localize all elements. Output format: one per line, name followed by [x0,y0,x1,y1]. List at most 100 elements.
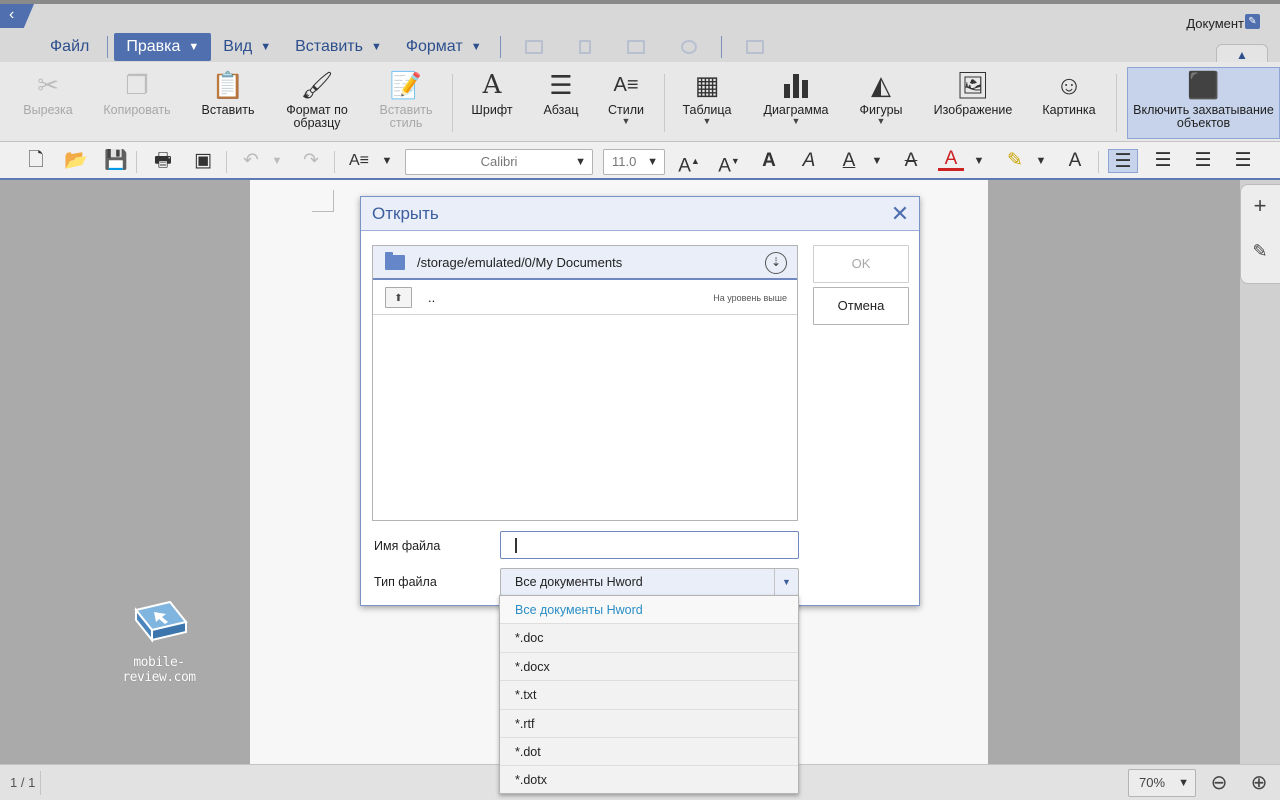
textbox-icon[interactable] [745,40,764,54]
shapes-icon[interactable] [680,40,697,54]
save-icon[interactable]: 💾 [103,149,129,173]
highlighter-icon[interactable]: ✎ [1002,149,1028,173]
copy-button[interactable]: ❐ Копировать [98,62,176,142]
chevron-down-icon[interactable]: ▼ [374,149,400,173]
side-tab: + ✎ [1240,184,1280,284]
filetype-option[interactable]: *.docx [500,653,798,682]
filetype-option[interactable]: *.txt [500,681,798,710]
dialog-title-bar: Открыть ✕ [361,197,919,231]
strikethrough-icon[interactable]: A [898,149,924,173]
picture-label: Картинка [1042,103,1096,117]
font-button[interactable]: A Шрифт [462,62,522,142]
filename-input[interactable] [500,531,799,559]
table-button[interactable]: ▦ Таблица ▼ [674,62,740,142]
chart-icon[interactable] [578,40,591,54]
menu-file[interactable]: Файл [38,33,101,61]
object-capture-button[interactable]: ⬛ Включить захватывание объектов [1127,67,1280,139]
menu-format-label: Формат [405,38,463,55]
zoom-value: 70% [1139,775,1166,790]
filetype-dropdown-list: Все документы Hword *.doc *.docx *.txt *… [499,595,799,794]
format-painter-button[interactable]: 🖌 Формат по образцу [278,62,356,142]
watermark-text: mobile-review.com [122,655,196,685]
filetype-option[interactable]: Все документы Hword [500,596,798,625]
menu-insert[interactable]: Вставить ▼ [283,33,394,61]
filetype-option[interactable]: *.rtf [500,710,798,738]
chevron-down-icon: ▼ [370,41,382,53]
zoom-select[interactable]: 70% ▼ [1128,769,1196,797]
chevron-down-icon: ▼ [702,116,712,126]
redo-icon[interactable]: ↷ [298,149,324,173]
copy-icon: ❐ [125,69,149,100]
justify-icon[interactable]: ☰ [1229,149,1257,173]
align-left-icon[interactable]: ☰ [1108,149,1138,173]
image-button[interactable]: 🖼 Изображение [928,62,1018,142]
font-size-select[interactable]: 11.0 ▼ [603,149,665,175]
open-dialog: Открыть ✕ /storage/emulated/0/My Documen… [360,196,920,606]
menu-view[interactable]: Вид ▼ [211,33,283,61]
parent-folder-row[interactable]: ⬆ .. На уровень выше [373,280,797,315]
open-folder-icon[interactable]: 📂 [63,149,89,173]
undo-icon[interactable]: ↶ [238,149,264,173]
text-effects-icon[interactable]: A [1062,149,1088,173]
new-document-icon[interactable]: 🗋 [23,149,49,173]
cut-button[interactable]: ✂ Вырезка [14,62,82,142]
plus-icon[interactable]: + [1241,193,1279,219]
ribbon-separator [452,74,453,132]
ok-button[interactable]: OK [813,245,909,283]
menu-separator [107,36,109,58]
format-painter-label: Формат по образцу [286,103,348,130]
cancel-button[interactable]: Отмена [813,287,909,325]
zoom-in-icon[interactable]: ⊕ [1246,770,1272,796]
pencil-icon[interactable]: ✎ [1241,241,1279,262]
select-objects-icon: ⬛ [1187,69,1220,100]
chevron-down-icon: ▼ [774,569,798,595]
menu-edit-label: Правка [126,38,181,55]
styles-icon[interactable]: A≡ [346,149,372,173]
chart-button[interactable]: Диаграмма ▼ [756,62,836,142]
page-layout-icon[interactable]: ▣ [190,149,216,173]
menu-separator [720,36,722,58]
filetype-option[interactable]: *.doc [500,624,798,653]
chevron-down-icon[interactable]: ▼ [264,149,290,173]
menu-format[interactable]: Формат ▼ [394,33,494,61]
toolbar-separator [136,151,137,173]
underline-icon[interactable]: A [836,149,862,173]
align-center-icon[interactable]: ☰ [1149,149,1177,173]
chevron-down-icon[interactable]: ▼ [864,149,890,173]
align-right-icon[interactable]: ☰ [1189,149,1217,173]
sort-icon[interactable]: ⇣ [765,252,787,274]
italic-icon[interactable]: A [796,149,822,173]
chevron-down-icon[interactable]: ▼ [1028,149,1054,173]
font-family-select[interactable]: Calibri ▼ [405,149,593,175]
bold-icon[interactable]: A [756,149,782,173]
font-color-icon[interactable]: A [938,149,964,171]
paste-button[interactable]: 📋 Вставить [192,62,264,142]
chevron-down-icon[interactable]: ▼ [966,149,992,173]
edit-document-icon[interactable]: ✎ [1245,14,1260,29]
filetype-option[interactable]: *.dotx [500,766,798,794]
image-icon[interactable] [626,40,645,54]
picture-button[interactable]: ☺ Картинка [1034,62,1104,142]
menu-edit[interactable]: Правка ▼ [114,33,212,61]
menu-separator [499,36,501,58]
bar-chart-icon [781,70,811,100]
watermark-logo-icon [134,600,188,643]
paste-style-button[interactable]: 📝 Вставить стиль [368,62,444,142]
chevron-down-icon: ▼ [791,116,801,126]
paragraph-button[interactable]: ☰ Абзац [532,62,590,142]
back-icon[interactable]: ‹ [0,4,34,28]
styles-button[interactable]: A≡ Стили ▼ [598,62,654,142]
decrease-font-icon[interactable]: A▼ [716,149,742,176]
close-icon[interactable]: ✕ [889,197,911,231]
filetype-option[interactable]: *.dot [500,738,798,767]
current-path: /storage/emulated/0/My Documents [417,255,623,270]
table-icon[interactable] [524,40,543,54]
filetype-select[interactable]: Все документы Hword ▼ [500,568,799,596]
shapes-button[interactable]: ◭ Фигуры ▼ [850,62,912,142]
increase-font-icon[interactable]: A▲ [676,149,702,176]
main-menu: Файл Правка ▼ Вид ▼ Вставить ▼ Формат ▼ [38,32,782,62]
zoom-out-icon[interactable]: ⊖ [1206,770,1232,796]
print-icon[interactable]: 🖶 [150,149,176,173]
styles-icon: A≡ [613,73,639,96]
menu-view-label: Вид [223,38,253,55]
